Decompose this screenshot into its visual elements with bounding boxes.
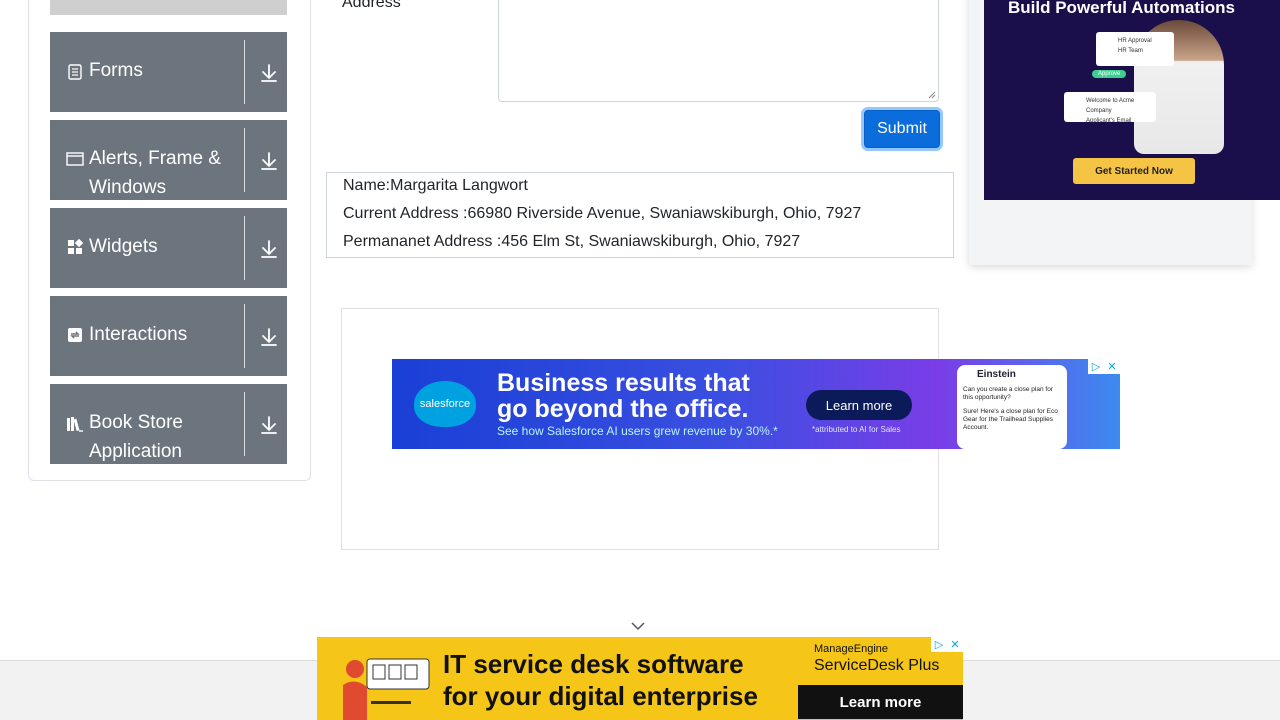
output-name: Name:Margarita Langwort <box>343 177 528 194</box>
ad-subtext: See how Salesforce AI users grew revenue… <box>497 424 778 438</box>
download-icon[interactable] <box>258 326 280 348</box>
sidebar-group-forms[interactable]: Forms <box>50 32 287 112</box>
manageengine-ad[interactable]: IT service desk software for your digita… <box>317 637 963 720</box>
ad-card-text: Welcome to Acme Company <box>1086 98 1135 114</box>
adchoices-icon[interactable]: ▷ <box>1088 359 1104 374</box>
divider <box>244 392 245 456</box>
output-box: Name:Margarita Langwort Current Address … <box>326 172 954 258</box>
sidebar-group-widgets[interactable]: Widgets <box>50 208 287 288</box>
sidebar-group-label: Widgets <box>89 236 158 257</box>
salesforce-logo: salesforce <box>414 381 476 427</box>
sidebar-group-book-store[interactable]: Book Store Application <box>50 384 287 464</box>
ad-approve-pill: Approve <box>1092 70 1127 78</box>
divider <box>244 304 245 368</box>
sidebar-group-alerts[interactable]: Alerts, Frame & Windows <box>50 120 287 200</box>
ad-product: ServiceDesk Plus <box>814 657 940 674</box>
sidebar-group-label: Forms <box>89 60 143 81</box>
interactions-icon <box>66 326 84 344</box>
automation-ad[interactable]: Build Powerful Automations HR Approval H… <box>984 0 1280 200</box>
download-icon[interactable] <box>258 62 280 84</box>
ad-footnote: *attributed to AI for Sales <box>812 425 901 434</box>
sidebar-group-label: Alerts, Frame & Windows <box>89 148 221 198</box>
sidebar-group-interactions[interactable]: Interactions <box>50 296 287 376</box>
permanent-address-textarea[interactable] <box>498 0 939 102</box>
output-current-address: Current Address :66980 Riverside Avenue,… <box>343 205 862 222</box>
ad-headline: Build Powerful Automations <box>1008 0 1235 17</box>
ad-learn-more-button[interactable]: Learn more <box>806 390 912 420</box>
ad-headline: go beyond the office. <box>497 395 749 423</box>
resize-grip-icon[interactable] <box>928 91 936 99</box>
download-icon[interactable] <box>258 238 280 260</box>
close-ad-icon[interactable]: ✕ <box>1104 359 1120 374</box>
ad-headline: for your digital enterprise <box>443 681 758 711</box>
permanent-address-label: Address <box>342 0 401 11</box>
ad-card-text: HR Team <box>1118 48 1143 54</box>
download-icon[interactable] <box>258 150 280 172</box>
window-icon <box>66 150 84 168</box>
sidebar-scroll-remnant <box>50 0 287 15</box>
ad-brand: ManageEngine <box>814 643 889 655</box>
ad-card: Welcome to Acme Company Applicant's Emai… <box>1064 92 1156 124</box>
divider <box>244 128 245 192</box>
ad-card-text: Applicant's Email <box>1086 118 1132 124</box>
adchoices-icon[interactable]: ▷ <box>931 637 947 652</box>
download-icon[interactable] <box>258 414 280 436</box>
form-icon <box>66 63 84 81</box>
ad-get-started-button[interactable]: Get Started Now <box>1073 158 1195 184</box>
einstein-title: Einstein <box>977 369 1016 380</box>
ad-illustration <box>343 658 430 720</box>
einstein-question: Can you create a close plan for this opp… <box>963 386 1053 401</box>
ad-card: HR Approval HR Team <box>1096 32 1174 66</box>
book-icon <box>66 415 84 433</box>
ad-card-text: HR Approval <box>1118 38 1152 44</box>
divider <box>244 216 245 280</box>
einstein-answer: Sure! Here's a close plan for Eco Gear f… <box>963 408 1058 431</box>
chevron-down-icon[interactable] <box>631 620 645 632</box>
ad-headline: Business results that <box>497 369 750 397</box>
salesforce-ad[interactable]: salesforce Business results that go beyo… <box>392 359 1120 449</box>
output-permanent-address: Permananet Address :456 Elm St, Swaniaws… <box>343 233 801 250</box>
ad-headline: IT service desk software <box>443 649 744 679</box>
widgets-icon <box>66 238 84 256</box>
close-ad-icon[interactable]: ✕ <box>947 637 963 652</box>
sidebar-group-label: Book Store Application <box>89 412 183 462</box>
divider <box>244 40 245 104</box>
ad-learn-more-button[interactable]: Learn more <box>798 685 963 719</box>
sidebar-group-label: Interactions <box>89 324 188 345</box>
submit-button[interactable]: Submit <box>864 110 940 148</box>
einstein-widget: Einstein Can you create a close plan for… <box>957 365 1067 449</box>
